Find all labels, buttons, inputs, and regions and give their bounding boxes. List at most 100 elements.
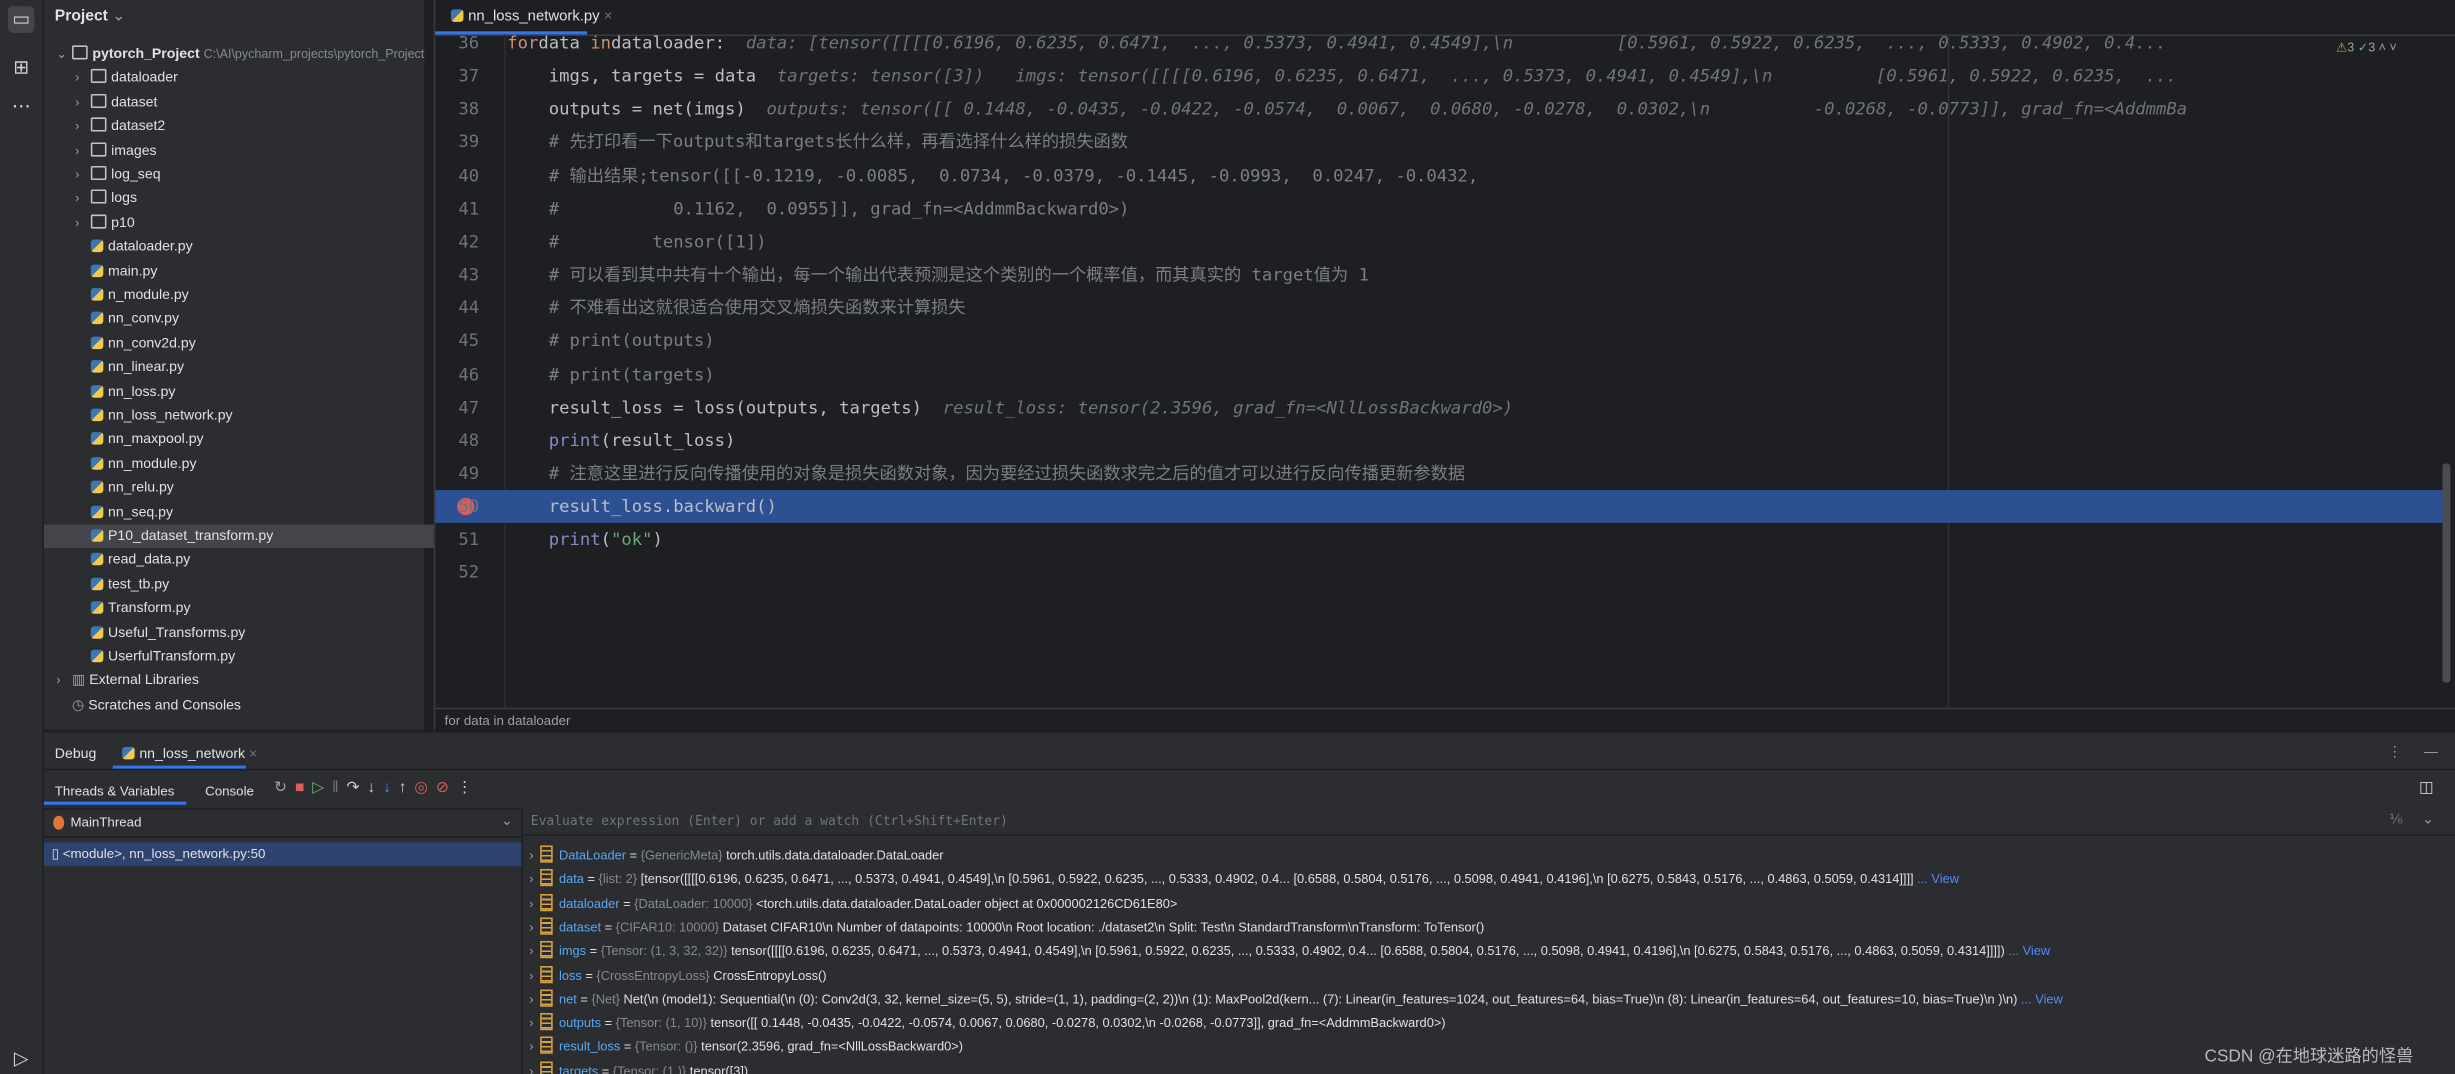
stop-icon[interactable]: ■ [295,780,312,797]
expand-chevron-icon[interactable]: › [529,992,537,1006]
view-breakpoints-icon[interactable]: ◎ [414,780,436,797]
variable-row[interactable]: › dataset = {CIFAR10: 10000} Dataset CIF… [529,916,1484,939]
resume-icon[interactable]: ▷ [312,780,332,797]
tab-console[interactable]: Console [205,783,254,799]
tree-folder[interactable]: › dataset [44,90,451,113]
expand-chevron-icon[interactable]: › [529,968,537,982]
pause-icon[interactable]: ‖ [332,780,346,797]
tree-file[interactable]: main.py [44,259,467,282]
tree-root[interactable]: ⌄ pytorch_Project C:\AI\pycharm_projects\… [44,42,432,65]
expand-chevron-icon[interactable]: › [529,1064,537,1074]
variable-row[interactable]: › data = {list: 2} [tensor([[[[0.6196, 0… [529,868,1959,891]
tree-file[interactable]: Transform.py [44,597,467,620]
close-tab-icon[interactable]: × [604,8,613,25]
code-line[interactable]: 50 result_loss.backward() [435,490,2445,524]
step-into-icon[interactable]: ↓ [367,780,383,797]
code-line[interactable]: 40 # 输出结果;tensor([[-0.1219, -0.0085, 0.0… [435,159,2444,192]
mute-breakpoints-icon[interactable]: ⊘ [436,780,457,797]
variable-row[interactable]: › imgs = {Tensor: (1, 3, 32, 32)} tensor… [529,940,2050,963]
code-line[interactable]: 39 # 先打印看一下outputs和targets长什么样，再看选择什么样的损… [435,126,2444,159]
variable-row[interactable]: › outputs = {Tensor: (1, 10)} tensor([[ … [529,1012,1446,1035]
tree-folder[interactable]: › images [44,139,451,162]
tree-file[interactable]: test_tb.py [44,573,467,596]
expand-chevron-icon[interactable]: › [529,897,537,911]
minimize-icon[interactable]: — [2424,744,2438,760]
variable-row[interactable]: › loss = {CrossEntropyLoss} CrossEntropy… [529,964,827,987]
tree-folder[interactable]: › p10 [44,211,451,234]
tree-file[interactable]: nn_conv2d.py [44,332,467,355]
tree-file[interactable]: Useful_Transforms.py [44,621,467,644]
expand-icon[interactable]: ⌄ [2422,811,2434,828]
code-line[interactable]: 37 imgs, targets = data targets: tensor(… [435,60,2444,93]
more-actions-icon[interactable]: ⋮ [457,780,480,797]
close-icon[interactable]: × [249,745,257,761]
editor-scrollbar[interactable] [2442,463,2451,683]
code-line[interactable]: 36 fordata indataloader: data: [tensor([[… [435,27,2444,60]
stack-frame[interactable]: ▯ <module>, nn_loss_network.py:50 [43,842,522,866]
code-line[interactable]: 44 # 不难看出这就很适合使用交叉熵损失函数来计算损失 [435,292,2444,325]
variable-row[interactable]: › net = {Net} Net(\n (model1): Sequentia… [529,988,2063,1011]
step-out-icon[interactable]: ↑ [399,780,415,797]
tree-file[interactable]: nn_seq.py [44,500,467,523]
code-line[interactable]: 48 print(result_loss) [435,424,2444,457]
step-over-icon[interactable]: ↷ [346,780,367,797]
variable-row[interactable]: › dataloader = {DataLoader: 10000} <torc… [529,892,1177,915]
tree-file[interactable]: n_module.py [44,283,467,306]
tree-file[interactable]: nn_module.py [44,452,467,475]
code-line[interactable]: 52 [435,556,2444,589]
tree-file[interactable]: nn_relu.py [44,476,467,499]
expand-chevron-icon[interactable]: › [529,873,537,887]
tree-file[interactable]: UserfulTransform.py [44,645,467,668]
evaluate-expression-input[interactable]: Evaluate expression (Enter) or add a wat… [522,808,2455,837]
more-icon[interactable]: ⋯ [8,94,35,121]
tree-file[interactable]: nn_loss_network.py [44,404,467,427]
code-line[interactable]: 47 result_loss = loss(outputs, targets) … [435,391,2444,424]
variable-row[interactable]: › targets = {Tensor: (1,)} tensor([3]) [529,1059,748,1074]
tree-file[interactable]: read_data.py [44,549,467,572]
thread-selector[interactable]: MainThread ⌄ [43,807,522,838]
breadcrumb[interactable]: for data in dataloader [435,707,2455,731]
expand-chevron-icon[interactable]: › [529,1040,537,1054]
tree-folder[interactable]: › dataset2 [44,115,451,138]
tab-threads-variables[interactable]: Threads & Variables [55,783,175,799]
code-line[interactable]: 46 # print(targets) [435,358,2444,391]
expand-chevron-icon[interactable]: › [529,1016,537,1030]
project-title[interactable]: Project ⌄ [55,8,126,25]
structure-icon[interactable]: ⊞ [8,55,35,82]
layout-icon[interactable]: ◫ [2419,780,2434,797]
debug-session-tab[interactable]: nn_loss_network × [122,745,257,761]
view-link[interactable]: ... View [2008,944,2050,958]
add-watch-icon[interactable]: ⅙ [2389,811,2403,828]
step-into-my-code-icon[interactable]: ↓ [383,780,399,797]
code-line[interactable]: 42 # tensor([1]) [435,225,2444,258]
view-link[interactable]: ... View [2021,992,2063,1006]
code-line[interactable]: 41 # 0.1162, 0.0955]], grad_fn=<AddmmBac… [435,192,2444,225]
tree-file[interactable]: P10_dataset_transform.py [43,524,467,548]
run-icon[interactable]: ▷ [8,1046,35,1073]
rerun-icon[interactable]: ↻ [274,780,295,797]
code-line[interactable]: 45 # print(outputs) [435,325,2444,358]
tree-extra[interactable]: › ▥ External Libraries [44,669,432,692]
expand-chevron-icon[interactable]: › [529,944,537,958]
variable-row[interactable]: › DataLoader = {GenericMeta} torch.utils… [529,844,944,867]
code-line[interactable]: 51 print("ok") [435,523,2444,556]
code-line[interactable]: 43 # 可以看到其中共有十个输出，每一个输出代表预测是这个类别的一个概率值，而… [435,258,2444,291]
variable-row[interactable]: › result_loss = {Tensor: ()} tensor(2.35… [529,1036,963,1059]
code-line[interactable]: 49 # 注意这里进行反向传播使用的对象是损失函数对象，因为要经过损失函数求完之… [435,457,2444,490]
tree-file[interactable]: nn_conv.py [44,307,467,330]
tree-extra[interactable]: ◷ Scratches and Consoles [44,693,432,716]
code-line[interactable]: 38 outputs = net(imgs) outputs: tensor([… [435,93,2444,126]
view-link[interactable]: ... View [1917,873,1959,887]
project-folder-icon[interactable]: ▭ [7,6,35,33]
tree-file[interactable]: dataloader.py [44,235,467,258]
expand-chevron-icon[interactable]: › [529,920,537,934]
tree-file[interactable]: nn_maxpool.py [44,428,467,451]
tree-file[interactable]: nn_linear.py [44,356,467,379]
tree-folder[interactable]: › log_seq [44,163,451,186]
tree-folder[interactable]: › dataloader [44,66,451,89]
python-file-icon [90,336,104,349]
expand-chevron-icon[interactable]: › [529,849,537,863]
tree-file[interactable]: nn_loss.py [44,380,467,403]
options-icon[interactable]: ⋮ [2388,744,2402,761]
tree-folder[interactable]: › logs [44,187,451,210]
